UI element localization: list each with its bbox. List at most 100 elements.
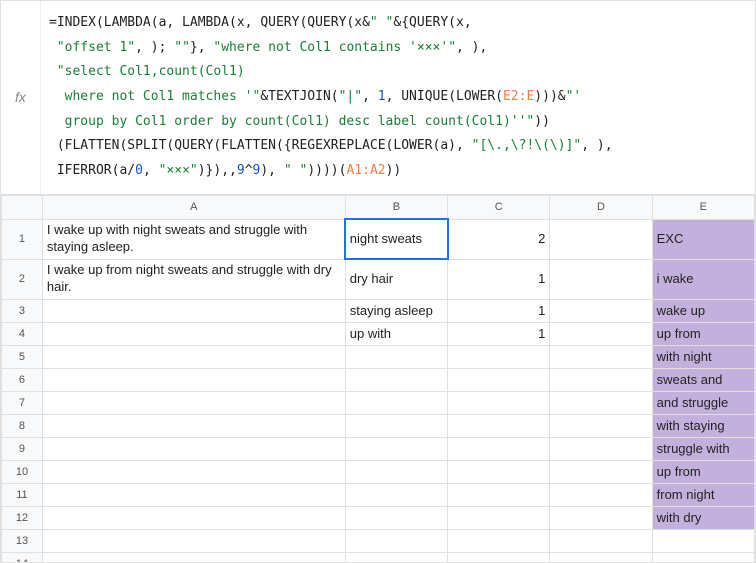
row-header[interactable]: 2 — [2, 259, 43, 299]
cell-B14[interactable] — [345, 552, 447, 562]
cell-C1[interactable]: 2 — [448, 219, 550, 259]
cell-B5[interactable] — [345, 345, 447, 368]
cell-D5[interactable] — [550, 345, 652, 368]
cell-E10[interactable]: up from — [652, 460, 754, 483]
cell-B2[interactable]: dry hair — [345, 259, 447, 299]
cell-D6[interactable] — [550, 368, 652, 391]
row-header[interactable]: 10 — [2, 460, 43, 483]
cell-B10[interactable] — [345, 460, 447, 483]
cell-A1[interactable]: I wake up with night sweats and struggle… — [42, 219, 345, 259]
cell-E7[interactable]: and struggle — [652, 391, 754, 414]
cell-A5[interactable] — [42, 345, 345, 368]
cell-A10[interactable] — [42, 460, 345, 483]
cell-C11[interactable] — [448, 483, 550, 506]
cell-C6[interactable] — [448, 368, 550, 391]
cell-B13[interactable] — [345, 529, 447, 552]
row-header[interactable]: 13 — [2, 529, 43, 552]
cell-D7[interactable] — [550, 391, 652, 414]
cell-D10[interactable] — [550, 460, 652, 483]
formula-seg: "×××" — [159, 163, 198, 178]
cell-C7[interactable] — [448, 391, 550, 414]
cell-B12[interactable] — [345, 506, 447, 529]
formula-seg: IFERROR(a/ — [57, 163, 135, 178]
cell-A13[interactable] — [42, 529, 345, 552]
table-row: 8 with staying — [2, 414, 755, 437]
cell-E12[interactable]: with dry — [652, 506, 754, 529]
formula-input[interactable]: =INDEX(LAMBDA(a, LAMBDA(x, QUERY(QUERY(x… — [41, 1, 755, 194]
cell-A8[interactable] — [42, 414, 345, 437]
cell-E14[interactable] — [652, 552, 754, 562]
row-header[interactable]: 9 — [2, 437, 43, 460]
spreadsheet-grid[interactable]: A B C D E 1I wake up with night sweats a… — [1, 195, 755, 562]
formula-seg: )) — [534, 114, 550, 129]
cell-B1[interactable]: night sweats — [345, 219, 447, 259]
cell-C5[interactable] — [448, 345, 550, 368]
row-header[interactable]: 6 — [2, 368, 43, 391]
cell-D9[interactable] — [550, 437, 652, 460]
cell-C4[interactable]: 1 — [448, 322, 550, 345]
cell-C13[interactable] — [448, 529, 550, 552]
cell-D13[interactable] — [550, 529, 652, 552]
cell-B3[interactable]: staying asleep — [345, 299, 447, 322]
cell-D1[interactable] — [550, 219, 652, 259]
cell-E9[interactable]: struggle with — [652, 437, 754, 460]
cell-A12[interactable] — [42, 506, 345, 529]
cell-C2[interactable]: 1 — [448, 259, 550, 299]
row-header[interactable]: 4 — [2, 322, 43, 345]
cell-E8[interactable]: with staying — [652, 414, 754, 437]
cell-A4[interactable] — [42, 322, 345, 345]
cell-B9[interactable] — [345, 437, 447, 460]
row-header[interactable]: 11 — [2, 483, 43, 506]
cell-D8[interactable] — [550, 414, 652, 437]
col-header-E[interactable]: E — [652, 195, 754, 219]
table-row: 5 with night — [2, 345, 755, 368]
cell-B11[interactable] — [345, 483, 447, 506]
grid-table: A B C D E 1I wake up with night sweats a… — [1, 195, 755, 562]
row-header[interactable]: 1 — [2, 219, 43, 259]
cell-C8[interactable] — [448, 414, 550, 437]
row-header[interactable]: 3 — [2, 299, 43, 322]
formula-seg: " " — [370, 15, 393, 30]
cell-E6[interactable]: sweats and — [652, 368, 754, 391]
cell-E5[interactable]: with night — [652, 345, 754, 368]
cell-B4[interactable]: up with — [345, 322, 447, 345]
row-header[interactable]: 8 — [2, 414, 43, 437]
cell-B8[interactable] — [345, 414, 447, 437]
cell-C9[interactable] — [448, 437, 550, 460]
col-header-D[interactable]: D — [550, 195, 652, 219]
cell-E3[interactable]: wake up — [652, 299, 754, 322]
cell-E11[interactable]: from night — [652, 483, 754, 506]
cell-E1[interactable]: EXC — [652, 219, 754, 259]
cell-C10[interactable] — [448, 460, 550, 483]
row-header[interactable]: 7 — [2, 391, 43, 414]
cell-D12[interactable] — [550, 506, 652, 529]
row-header[interactable]: 12 — [2, 506, 43, 529]
cell-E13[interactable] — [652, 529, 754, 552]
cell-B7[interactable] — [345, 391, 447, 414]
cell-B6[interactable] — [345, 368, 447, 391]
col-header-C[interactable]: C — [448, 195, 550, 219]
cell-C12[interactable] — [448, 506, 550, 529]
cell-D11[interactable] — [550, 483, 652, 506]
cell-A11[interactable] — [42, 483, 345, 506]
cell-A3[interactable] — [42, 299, 345, 322]
select-all-corner[interactable] — [2, 195, 43, 219]
cell-D14[interactable] — [550, 552, 652, 562]
cell-A14[interactable] — [42, 552, 345, 562]
cell-E4[interactable]: up from — [652, 322, 754, 345]
cell-A6[interactable] — [42, 368, 345, 391]
cell-C3[interactable]: 1 — [448, 299, 550, 322]
formula-seg: , ), — [581, 138, 612, 153]
col-header-B[interactable]: B — [345, 195, 447, 219]
cell-E2[interactable]: i wake — [652, 259, 754, 299]
row-header[interactable]: 5 — [2, 345, 43, 368]
col-header-A[interactable]: A — [42, 195, 345, 219]
cell-A2[interactable]: I wake up from night sweats and struggle… — [42, 259, 345, 299]
cell-D3[interactable] — [550, 299, 652, 322]
cell-A9[interactable] — [42, 437, 345, 460]
cell-D2[interactable] — [550, 259, 652, 299]
row-header[interactable]: 14 — [2, 552, 43, 562]
cell-D4[interactable] — [550, 322, 652, 345]
cell-C14[interactable] — [448, 552, 550, 562]
cell-A7[interactable] — [42, 391, 345, 414]
